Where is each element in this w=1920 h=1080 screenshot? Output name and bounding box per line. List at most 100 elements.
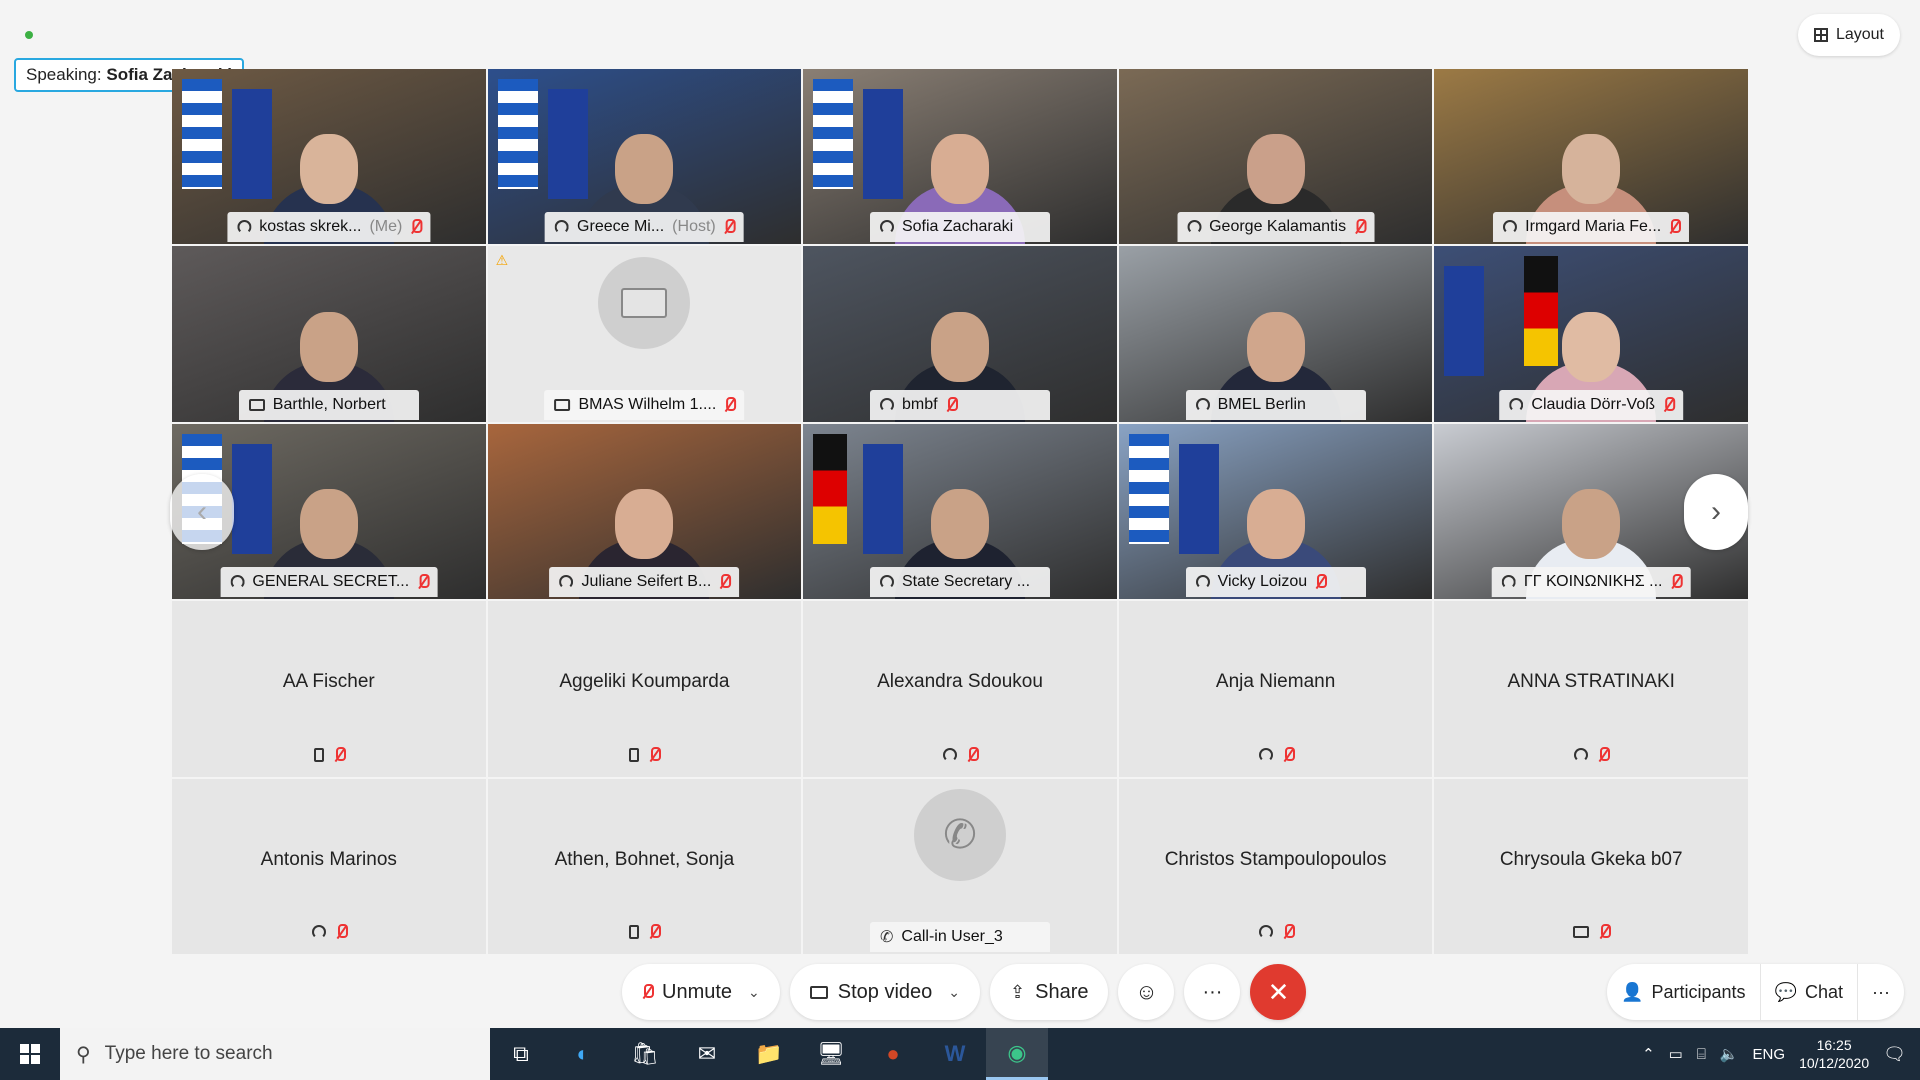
video-tile[interactable]: Irmgard Maria Fe... [1434,69,1748,245]
volume-icon[interactable]: 🔈 [1720,1045,1739,1063]
webex-icon[interactable]: ◉ [986,1028,1048,1080]
chevron-down-icon[interactable]: ⌄ [948,984,960,1001]
video-tile[interactable]: bmbf [803,246,1117,422]
chevron-up-icon[interactable]: ⌃ [1642,1045,1655,1063]
grid-icon [1813,28,1828,42]
participant-status-icons [1119,746,1433,763]
participant-status-icons [172,746,486,763]
video-tile[interactable]: BMEL Berlin [1118,246,1433,422]
headset-icon [879,397,894,412]
participant-name: George Kalamantis [1209,218,1347,236]
muted-mic-icon [1315,574,1328,590]
notifications-icon[interactable]: 🗨 [1883,1044,1906,1065]
file-explorer-icon[interactable]: 📁 [738,1028,800,1080]
participant-name-bar: ✆ Call-in User_3 [869,921,1050,952]
audio-only-tile[interactable]: ✆ ✆ Call-in User_3 [803,778,1117,954]
windows-taskbar: ⚲ Type here to search ⧉ ◐ 🛍 ✉ 📁 🖥 ● W ◉ … [0,1028,1920,1080]
participant-name: AA Fischer [282,671,375,693]
video-tile[interactable]: State Secretary ... [803,423,1117,600]
participant-name-bar: George Kalamantis [1177,212,1375,243]
audio-only-tile[interactable]: Alexandra Sdoukou [803,601,1117,777]
remote-desktop-icon[interactable]: 🖥 [800,1028,862,1080]
video-tile[interactable]: Juliane Seifert B... [487,423,802,600]
audio-only-tile[interactable]: Aggeliki Koumparda [487,601,802,777]
video-tile[interactable]: Greece Mi... (Host) [487,69,802,245]
share-button[interactable]: ⇪ Share [990,964,1109,1020]
participant-name-bar: Greece Mi... (Host) [545,212,744,243]
participant-name: Aggeliki Koumparda [559,671,730,693]
video-tile[interactable]: Sofia Zacharaki [803,69,1117,245]
network-icon[interactable]: ⌸ [1697,1046,1706,1063]
headset-icon [1258,924,1273,939]
language-indicator[interactable]: ENG [1753,1046,1786,1063]
participant-role-tag: (Host) [672,218,716,236]
clock-date: 10/12/2020 [1799,1055,1870,1071]
chevron-right-icon: › [1711,495,1721,528]
participant-name: Vicky Loizou [1217,573,1308,591]
taskbar-search-input[interactable]: ⚲ Type here to search [60,1028,490,1080]
participant-name: kostas skrek... [259,218,362,236]
unmute-button[interactable]: Unmute ⌄ [622,964,780,1020]
participant-role-tag: (Me) [369,218,403,236]
participant-name: State Secretary ... [901,573,1031,591]
video-tile[interactable]: Barthle, Norbert [172,246,486,422]
ellipsis-icon: ··· [1202,980,1223,1003]
muted-mic-icon [334,746,346,763]
share-label: Share [1035,980,1089,1003]
close-icon: ✕ [1267,976,1290,1007]
muted-mic-icon [336,923,348,940]
muted-mic-icon [1670,574,1683,590]
store-icon[interactable]: 🛍 [614,1028,676,1080]
audio-only-tile[interactable]: Chrysoula Gkeka b07 [1434,778,1748,954]
audio-only-tile[interactable]: AA Fischer [172,601,486,777]
audio-only-tile[interactable]: Christos Stampoulopoulos [1118,778,1433,954]
video-tile[interactable]: ⚠ BMAS Wilhelm 1.... [487,246,802,422]
video-tile[interactable]: kostas skrek... (Me) [172,69,486,245]
start-button[interactable] [0,1028,60,1080]
previous-page-button[interactable]: ‹ [170,474,234,550]
participant-name: ANNA STRATINAKI [1507,671,1675,693]
audio-only-tile[interactable]: Anja Niemann [1118,601,1433,777]
phone-handset-icon: ✆ [879,928,894,946]
participant-name-bar: Barthle, Norbert [238,389,419,420]
flag [1128,433,1169,544]
word-icon[interactable]: W [924,1028,986,1080]
participant-name: Juliane Seifert B... [581,573,712,591]
battery-icon[interactable]: ▭ [1669,1045,1683,1063]
audio-only-tile[interactable]: Antonis Marinos [172,778,486,954]
edge-browser-icon[interactable]: ◐ [552,1028,614,1080]
muted-mic-icon [719,574,732,590]
video-tile[interactable]: Claudia Dörr-Voß [1434,246,1748,422]
reactions-button[interactable]: ☺ [1118,964,1175,1020]
participants-label: Participants [1651,981,1746,1002]
participant-name: Athen, Bohnet, Sonja [554,848,735,870]
layout-button[interactable]: Layout [1797,14,1900,56]
participant-status-icons [172,923,486,940]
end-call-button[interactable]: ✕ [1250,964,1307,1020]
chevron-down-icon[interactable]: ⌄ [748,984,760,1001]
next-page-button[interactable]: › [1684,474,1748,550]
muted-mic-icon [410,219,423,235]
headset-icon [1501,575,1516,590]
audio-only-tile[interactable]: ANNA STRATINAKI [1434,601,1748,777]
participant-name: Greece Mi... [577,218,665,236]
participant-name: Alexandra Sdoukou [877,671,1043,693]
system-tray: ⌃ ▭ ⌸ 🔈 ENG 16:25 10/12/2020 🗨 [1642,1028,1920,1080]
participant-name-bar: Juliane Seifert B... [549,567,740,598]
more-options-button[interactable]: ··· [1184,964,1241,1020]
video-tile[interactable]: Vicky Loizou [1118,423,1433,600]
powerpoint-icon[interactable]: ● [862,1028,924,1080]
more-panels-button[interactable]: ··· [1858,964,1904,1020]
audio-only-tile[interactable]: Athen, Bohnet, Sonja [487,778,802,954]
windows-logo-icon [20,1044,40,1064]
task-view-icon[interactable]: ⧉ [490,1028,552,1080]
mail-icon[interactable]: ✉ [676,1028,738,1080]
participants-button[interactable]: 👤 Participants [1607,964,1761,1020]
clock[interactable]: 16:25 10/12/2020 [1799,1036,1869,1072]
stop-video-button[interactable]: Stop video ⌄ [789,964,981,1020]
muted-mic-icon [1354,219,1367,235]
participant-name-bar: kostas skrek... (Me) [227,212,431,243]
video-tile[interactable]: George Kalamantis [1118,69,1433,245]
chat-button[interactable]: 💬 Chat [1761,964,1859,1020]
participant-name-bar: bmbf [869,389,1050,420]
